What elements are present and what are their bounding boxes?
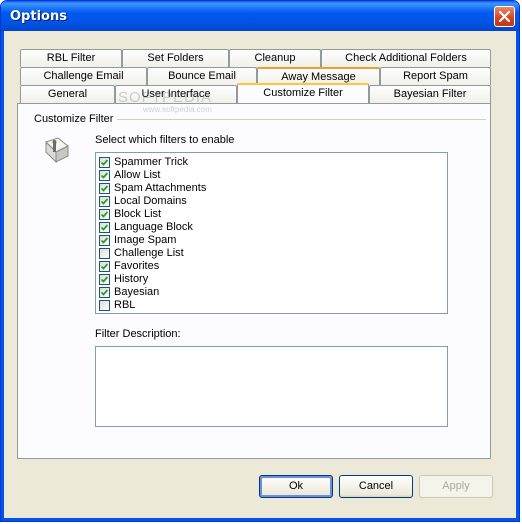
- apply-button[interactable]: Apply: [419, 475, 493, 498]
- filter-item-label: Allow List: [114, 169, 161, 181]
- close-icon: [499, 11, 510, 22]
- filter-item-label: Spammer Trick: [114, 156, 188, 168]
- tab-rbl-filter[interactable]: RBL Filter: [20, 49, 122, 67]
- watermark: SOFTPEDIA: [118, 89, 213, 106]
- filter-item-label: Block List: [114, 208, 162, 220]
- select-filters-label: Select which filters to enable: [95, 134, 235, 146]
- filter-checkbox[interactable]: [99, 209, 110, 220]
- window-frame-left: [1, 31, 4, 521]
- group-divider: [110, 119, 486, 120]
- tab-check-additional-folders[interactable]: Check Additional Folders: [321, 49, 491, 67]
- filter-item-label: Local Domains: [114, 195, 187, 207]
- filter-icon: [42, 136, 72, 167]
- filter-item-label: RBL: [114, 299, 136, 311]
- filter-item-label: Image Spam: [114, 234, 177, 246]
- tab-bayesian-filter[interactable]: Bayesian Filter: [369, 85, 491, 103]
- window-frame-right: [516, 31, 519, 521]
- window-title: Options: [10, 9, 67, 24]
- filter-checklist[interactable]: Spammer Trick Allow List Spam Attachments L…: [95, 152, 448, 314]
- checkmark-icon: [101, 159, 108, 166]
- cancel-button[interactable]: Cancel: [339, 475, 413, 498]
- tab-challenge-email[interactable]: Challenge Email: [20, 67, 147, 85]
- ok-button[interactable]: Ok: [259, 475, 333, 498]
- checkmark-icon: [101, 289, 108, 296]
- tab-cleanup[interactable]: Cleanup: [229, 49, 321, 67]
- filter-item-label: History: [114, 273, 149, 285]
- filter-description-box[interactable]: [95, 346, 448, 427]
- filter-item-label: Spam Attachments: [114, 182, 207, 194]
- filter-item-label: Challenge List: [114, 247, 184, 259]
- filter-checkbox[interactable]: [99, 261, 110, 272]
- checkmark-icon: [101, 211, 108, 218]
- checkmark-icon: [101, 276, 108, 283]
- filter-checkbox[interactable]: [99, 170, 110, 181]
- checkmark-icon: [101, 198, 108, 205]
- window-frame-bottom: [1, 518, 519, 521]
- customize-filter-panel: Customize Filter Select which filters to…: [17, 103, 491, 459]
- checkmark-icon: [101, 263, 108, 270]
- options-window: Options RBL Filter Set Folders Cleanup C…: [0, 0, 520, 522]
- title-bar[interactable]: Options: [1, 1, 519, 31]
- checkmark-icon: [101, 237, 108, 244]
- filter-checkbox[interactable]: [99, 157, 110, 168]
- filter-checkbox[interactable]: [99, 274, 110, 285]
- filter-checkbox[interactable]: [99, 222, 110, 233]
- checkmark-icon: [101, 185, 108, 192]
- tab-customize-filter[interactable]: Customize Filter: [237, 83, 369, 103]
- close-button[interactable]: [494, 6, 515, 27]
- filter-checkbox[interactable]: [99, 248, 110, 259]
- filter-checkbox[interactable]: [99, 287, 110, 298]
- filter-checkbox[interactable]: [99, 196, 110, 207]
- filter-item-label: Favorites: [114, 260, 160, 272]
- tab-report-spam[interactable]: Report Spam: [380, 67, 491, 85]
- filter-checkbox[interactable]: [99, 300, 110, 311]
- group-label: Customize Filter: [34, 113, 118, 125]
- tab-general[interactable]: General: [20, 85, 115, 103]
- checkmark-icon: [101, 172, 108, 179]
- filter-item-label: Bayesian: [114, 286, 160, 298]
- watermark-url: www.softpedia.com: [143, 105, 212, 114]
- tab-set-folders[interactable]: Set Folders: [122, 49, 229, 67]
- checkmark-icon: [101, 224, 108, 231]
- filter-item-label: Language Block: [114, 221, 193, 233]
- filter-checkbox[interactable]: [99, 183, 110, 194]
- filter-checkbox[interactable]: [99, 235, 110, 246]
- filter-description-label: Filter Description:: [95, 328, 181, 340]
